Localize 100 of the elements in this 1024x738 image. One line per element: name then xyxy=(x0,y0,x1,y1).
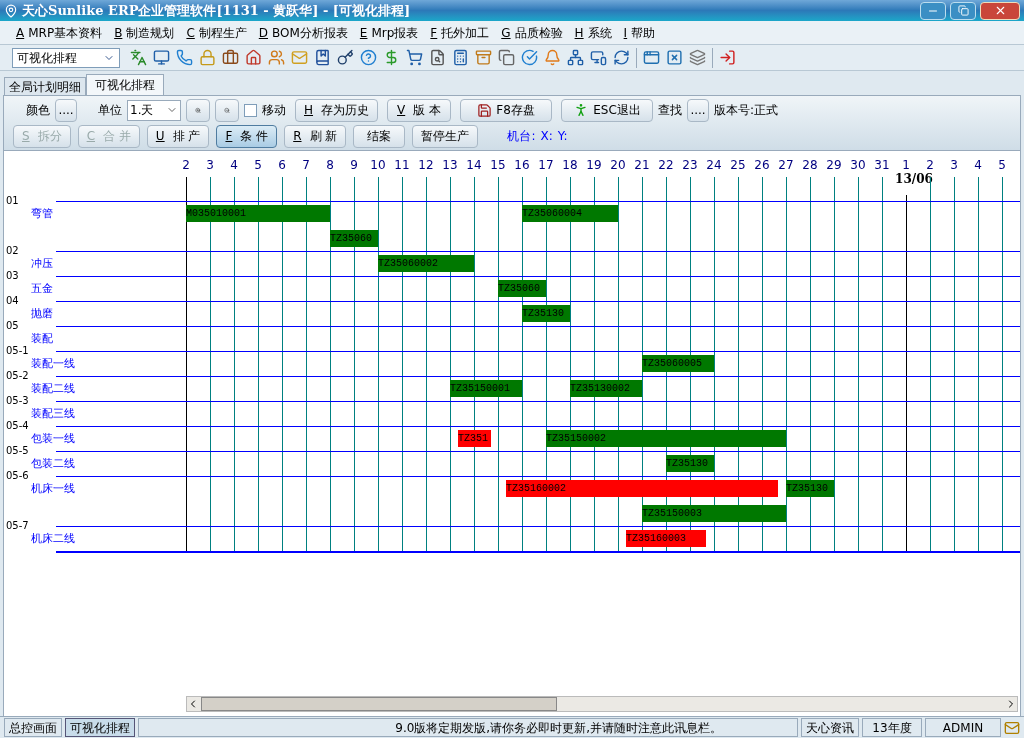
exit-door-icon[interactable] xyxy=(719,49,736,66)
schedule-bar[interactable]: TZ35130 xyxy=(666,455,714,472)
refresh-icon[interactable] xyxy=(613,49,630,66)
monitor-icon[interactable] xyxy=(153,49,170,66)
day-label: 11 xyxy=(394,157,410,174)
save-button[interactable]: F8存盘 xyxy=(460,98,553,122)
hierarchy-icon[interactable] xyxy=(567,49,584,66)
help-icon[interactable] xyxy=(360,49,377,66)
bell-icon[interactable] xyxy=(544,49,561,66)
toolbar-button[interactable]: 结案 xyxy=(353,124,406,148)
day-label: 4 xyxy=(230,157,238,174)
mail-icon[interactable] xyxy=(291,49,308,66)
day-label: 18 xyxy=(562,157,578,174)
schedule-bar[interactable]: TZ35160002 xyxy=(505,480,779,497)
document-search-icon[interactable] xyxy=(429,49,446,66)
phone-icon[interactable] xyxy=(176,49,193,66)
schedule-bar[interactable]: TZ35150002 xyxy=(546,430,786,447)
close-button[interactable] xyxy=(980,1,1020,20)
menu-item[interactable]: B 制造规划 xyxy=(114,23,175,42)
month-label: 13/06 xyxy=(895,171,933,188)
lock-icon[interactable] xyxy=(199,49,216,66)
briefcase-icon[interactable] xyxy=(222,49,239,66)
schedule-bar[interactable]: TZ35160003 xyxy=(625,530,707,547)
unit-label: 单位 xyxy=(98,102,122,119)
cart-icon[interactable] xyxy=(406,49,423,66)
key-icon[interactable] xyxy=(337,49,354,66)
tab[interactable]: 全局计划明细 xyxy=(4,77,86,95)
copy-icon[interactable] xyxy=(498,49,515,66)
toolbar-button[interactable]: 暂停生产 xyxy=(412,124,479,148)
cascade-icon[interactable] xyxy=(689,49,706,66)
user-panel: ADMIN xyxy=(925,718,1001,737)
row-code: 05-2 xyxy=(6,371,29,381)
toolbar-button[interactable]: U 排 产 xyxy=(146,124,210,148)
zoom-in-button[interactable] xyxy=(186,98,210,122)
toolbar-button[interactable]: H 存为历史 xyxy=(295,98,379,122)
schedule-bar[interactable]: TZ35150003 xyxy=(642,505,786,522)
minimize-button[interactable] xyxy=(920,1,946,20)
schedule-bar[interactable]: TZ351 xyxy=(457,430,491,447)
menu-item[interactable]: H 系统 xyxy=(574,23,612,42)
language-icon[interactable] xyxy=(130,49,147,66)
schedule-bar[interactable]: TZ35060005 xyxy=(642,355,714,372)
day-label: 1 xyxy=(902,157,910,173)
schedule-bar[interactable]: TZ35130 xyxy=(786,480,834,497)
horizontal-scrollbar[interactable] xyxy=(186,696,1018,712)
screen-icon[interactable] xyxy=(590,49,607,66)
day-label: 8 xyxy=(326,157,334,174)
schedule-bar[interactable]: TZ35060004 xyxy=(522,205,618,222)
row-name: 装配三线 xyxy=(31,408,75,419)
toolbar-button[interactable]: V 版 本 xyxy=(387,98,452,122)
box-icon[interactable] xyxy=(475,49,492,66)
toolbar-button[interactable]: F 条 件 xyxy=(216,124,278,148)
day-label: 3 xyxy=(206,157,214,174)
menu-item[interactable]: D BOM分析报表 xyxy=(258,23,348,42)
day-label: 19 xyxy=(586,157,602,174)
schedule-bar[interactable]: TZ35060 xyxy=(498,280,546,297)
row-name: 包装二线 xyxy=(31,458,75,469)
close-window-icon[interactable] xyxy=(666,49,683,66)
day-label: 2 xyxy=(182,157,190,174)
restore-button[interactable] xyxy=(950,1,976,20)
row-code: 02 xyxy=(6,246,19,256)
book-icon[interactable] xyxy=(314,49,331,66)
schedule-bar[interactable]: TZ35130 xyxy=(522,305,570,322)
house-icon[interactable] xyxy=(245,49,262,66)
exit-button[interactable]: ESC退出 xyxy=(561,98,654,122)
row-name: 弯管 xyxy=(31,208,53,219)
schedule-bar[interactable]: TZ35130002 xyxy=(570,380,642,397)
color-picker-button[interactable]: .... xyxy=(55,98,77,122)
unit-select[interactable]: 1.天 xyxy=(127,99,181,121)
zoom-out-button[interactable] xyxy=(215,98,239,122)
schedule-bar[interactable]: M035010001 xyxy=(186,205,330,222)
message-panel: 9.0版将定期发版,请你务必即时更新,并请随时注意此讯息栏。 xyxy=(138,718,798,737)
row-code: 05-1 xyxy=(6,346,29,356)
day-label: 5 xyxy=(254,157,262,174)
module-select[interactable]: 可视化排程 xyxy=(12,47,120,68)
menu-item[interactable]: C 制程生产 xyxy=(186,23,247,42)
schedule-bar[interactable]: TZ35060 xyxy=(330,230,378,247)
day-label: 10 xyxy=(370,157,386,174)
find-button[interactable]: .... xyxy=(687,98,710,122)
day-label: 5 xyxy=(998,157,1006,174)
check-icon[interactable] xyxy=(521,49,538,66)
row-code: 03 xyxy=(6,271,19,281)
day-label: 26 xyxy=(754,157,770,174)
checkbox[interactable] xyxy=(244,103,257,117)
mail-icon[interactable] xyxy=(1004,719,1020,736)
status-tab[interactable]: 可视化排程 xyxy=(65,718,135,737)
people-icon[interactable] xyxy=(268,49,285,66)
tab[interactable]: 可视化排程 xyxy=(86,74,164,95)
window-title: 天心Sunlike ERP企业管理软件[1131 - 黄跃华] - [可视化排程] xyxy=(22,1,412,20)
window-icon[interactable] xyxy=(643,49,660,66)
status-tab[interactable]: 总控画面 xyxy=(4,718,62,737)
menu-item[interactable]: I 帮助 xyxy=(623,23,656,42)
schedule-bar[interactable]: TZ35060002 xyxy=(378,255,474,272)
menu-item[interactable]: G 品质检验 xyxy=(501,23,563,42)
menu-item[interactable]: A MRP基本资料 xyxy=(16,23,103,42)
schedule-bar[interactable]: TZ35150001 xyxy=(450,380,522,397)
toolbar-button[interactable]: R 刷 新 xyxy=(284,124,347,148)
calculator-icon[interactable] xyxy=(452,49,469,66)
menu-item[interactable]: E Mrp报表 xyxy=(359,23,419,42)
menu-item[interactable]: F 托外加工 xyxy=(430,23,490,42)
row-name: 抛磨 xyxy=(31,308,53,319)
